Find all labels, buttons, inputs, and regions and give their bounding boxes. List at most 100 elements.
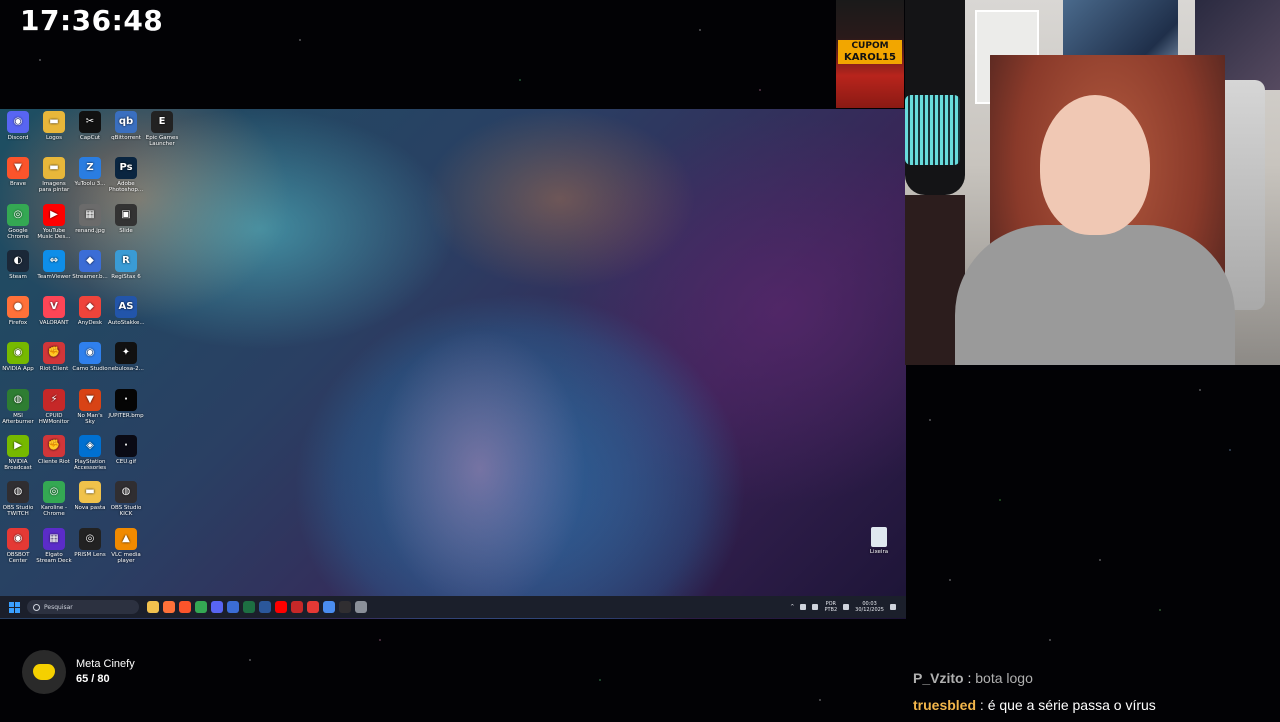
hwmonitor-icon[interactable] xyxy=(291,601,303,613)
desktop-icon[interactable]: ▦ Elgato Stream Deck xyxy=(36,527,72,574)
desktop-icon-label: Google Chrome xyxy=(7,227,29,240)
desktop-icon[interactable]: ✊ Riot Client xyxy=(36,342,72,388)
desktop-icon-label: AnyDesk xyxy=(77,320,103,327)
desktop-icon-label: Streamer.b... xyxy=(72,273,108,280)
windows-start-icon[interactable] xyxy=(9,601,20,613)
desktop-icon[interactable]: Z YuToolu 3... xyxy=(72,157,108,203)
desktop-icon[interactable]: · JUPITER.bmp xyxy=(108,388,144,435)
excel-icon[interactable] xyxy=(243,601,255,613)
desktop-icon[interactable]: ▬ Nova pasta xyxy=(72,481,108,527)
streamerbot-icon[interactable] xyxy=(227,601,239,613)
obs-icon: ◍ xyxy=(115,481,137,504)
chevron-up-icon[interactable]: ^ xyxy=(790,604,794,610)
desktop-icon-label: YuToolu 3... xyxy=(74,181,106,188)
firefox-icon: ● xyxy=(7,296,29,319)
desktop-icon[interactable]: ◐ Steam xyxy=(0,249,36,296)
desktop-icon[interactable]: ◉ NVIDIA App xyxy=(0,342,36,388)
network-icon[interactable] xyxy=(800,604,807,610)
taskbar-search[interactable]: Pesquisar xyxy=(27,600,139,614)
desktop-icon[interactable]: ✂ CapCut xyxy=(72,111,108,157)
desktop-icon-label: Karoline - Chrome xyxy=(40,505,68,518)
desktop-icon[interactable]: E Epic Games Launcher xyxy=(144,111,180,157)
desktop-icon[interactable]: ▣ Slide xyxy=(108,203,144,250)
desktop-icon-label: RegiStax 6 xyxy=(111,273,141,280)
desktop-icon[interactable]: ⚡ CPUID HWMonitor xyxy=(36,388,72,435)
speaker-icon[interactable] xyxy=(843,604,850,610)
desktop-capture: ◉ Discord ▬ Logos ✂ CapCut qb qBittorrent E Epic … xyxy=(0,109,906,619)
discord-icon[interactable] xyxy=(211,601,223,613)
desktop-icon[interactable]: ▲ VLC media player xyxy=(108,527,144,574)
desktop-icon[interactable]: ◆ AnyDesk xyxy=(72,296,108,342)
obs-icon[interactable] xyxy=(339,601,351,613)
obsbot-icon: ◉ xyxy=(7,527,29,550)
goal-widget: Meta Cinefy 65 / 80 xyxy=(22,650,135,694)
coupon-code: KAROL15 xyxy=(844,52,896,63)
settings-icon[interactable] xyxy=(355,601,367,613)
desktop-icon[interactable]: qb qBittorrent xyxy=(108,111,144,157)
desktop-icon[interactable]: ◉ Discord xyxy=(0,111,36,157)
desktop-icon[interactable]: R RegiStax 6 xyxy=(108,249,144,296)
desktop-icon-label: NVIDIA Broadcast xyxy=(4,459,32,472)
image-file-icon: · xyxy=(115,388,137,411)
desktop-icon[interactable]: ● Firefox xyxy=(0,296,36,342)
obsbot-icon[interactable] xyxy=(307,601,319,613)
desktop-icon-label: Slide xyxy=(119,227,133,234)
teamviewer-icon: ⇔ xyxy=(43,249,65,272)
desktop-icon[interactable]: ◎ Google Chrome xyxy=(0,203,36,250)
chat-message: truesbled : é que a série passa o vírus xyxy=(913,695,1273,722)
desktop-icon[interactable]: ▶ YouTube Music Des... xyxy=(36,203,72,250)
microphone-light xyxy=(905,95,960,165)
streamer-body xyxy=(955,225,1235,365)
desktop-icon[interactable]: ◉ OBSBOT Center xyxy=(0,527,36,574)
desktop-icon[interactable]: ◆ Streamer.b... xyxy=(72,249,108,296)
desktop-icon-label: qBittorrent xyxy=(111,135,141,141)
desktop-icon-label: OBS Studio TWITCH xyxy=(2,505,34,518)
image-file-icon: · xyxy=(115,435,137,458)
desktop-icon[interactable]: ◍ MSI Afterburner xyxy=(0,388,36,435)
input-language[interactable]: POR PTB2 xyxy=(824,601,837,613)
desktop-icon[interactable]: ◎ Karoline - Chrome xyxy=(36,481,72,527)
desktop-icon[interactable]: · CEU.gif xyxy=(108,435,144,481)
desktop-icon[interactable]: ⇔ TeamViewer xyxy=(36,249,72,296)
taskbar-apps xyxy=(147,601,367,613)
word-icon[interactable] xyxy=(259,601,271,613)
brave-icon[interactable] xyxy=(179,601,191,613)
desktop-icon[interactable]: ✊ Cliente Riot xyxy=(36,435,72,481)
desktop-icon-label: OBSBOT Center xyxy=(6,551,30,564)
desktop-icon[interactable]: ▦ renand.jpg xyxy=(72,203,108,250)
desktop-icon[interactable]: ▬ Imagens para pintar xyxy=(36,157,72,203)
desktop-icon-label: Imagens para pintar xyxy=(38,181,70,194)
desktop-icon[interactable]: ◍ OBS Studio TWITCH xyxy=(0,481,36,527)
desktop-icon[interactable]: ◍ OBS Studio KICK xyxy=(108,481,144,527)
microphone-icon[interactable] xyxy=(812,604,819,610)
desktop-icon-label: Brave xyxy=(9,181,27,188)
playstation-icon: ◈ xyxy=(79,435,101,458)
chat-text: é que a série passa o vírus xyxy=(987,697,1156,713)
desktop-icon[interactable]: AS AutoStakke... xyxy=(108,296,144,342)
desktop-icon[interactable]: V VALORANT xyxy=(36,296,72,342)
desktop-icon[interactable]: ▬ Logos xyxy=(36,111,72,157)
desktop-icon[interactable]: ▶ NVIDIA Broadcast xyxy=(0,435,36,481)
chat-overlay: P_Vzito : bota logo truesbled : é que a s… xyxy=(913,668,1273,722)
chrome-icon[interactable] xyxy=(195,601,207,613)
desktop-icon[interactable]: ◉ Camo Studio xyxy=(72,342,108,388)
chat-message: P_Vzito : bota logo xyxy=(913,668,1273,695)
goal-title: Meta Cinefy xyxy=(76,658,135,670)
chrome-profile-icon[interactable] xyxy=(323,601,335,613)
recycle-bin[interactable]: Lixeira xyxy=(866,527,892,555)
file-explorer-icon[interactable] xyxy=(147,601,159,613)
desktop-icon[interactable]: ▼ No Man's Sky xyxy=(72,388,108,435)
taskbar-clock[interactable]: 00:03 30/12/2025 xyxy=(855,601,884,613)
desktop-icon[interactable]: ▼ Brave xyxy=(0,157,36,203)
folder-icon: ▬ xyxy=(43,157,65,180)
desktop-icon-label: PlayStation Accessories xyxy=(73,459,107,472)
desktop-icon[interactable]: Ps Adobe Photoshop... xyxy=(108,157,144,203)
desktop-icon[interactable]: ◈ PlayStation Accessories xyxy=(72,435,108,481)
youtube-music-icon[interactable] xyxy=(275,601,287,613)
desktop-icon-label: Discord xyxy=(7,135,29,141)
desktop-icon[interactable]: ◎ PRISM Lens xyxy=(72,527,108,574)
desktop-icon[interactable]: ✦ nebulosa-2... xyxy=(108,342,144,388)
desktop-icon-label: No Man's Sky xyxy=(77,412,103,425)
firefox-icon[interactable] xyxy=(163,601,175,613)
notifications-icon[interactable] xyxy=(890,604,896,610)
